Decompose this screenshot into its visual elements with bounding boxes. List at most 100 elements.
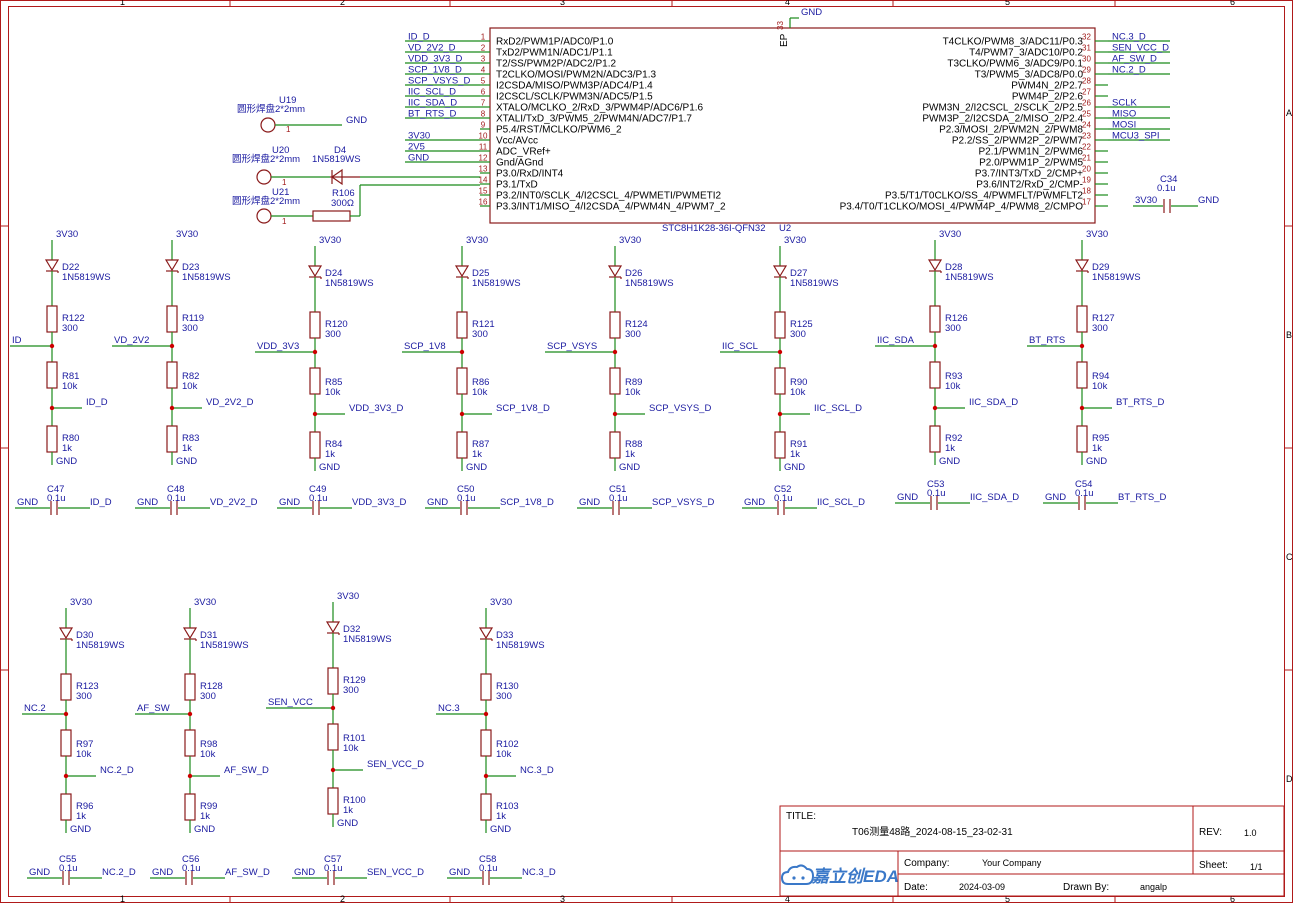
frame-col-top: 6 bbox=[1230, 0, 1235, 7]
cap-gnd-net: GND bbox=[17, 497, 38, 508]
channel-rtop-value: 300 bbox=[325, 329, 341, 340]
channel-rtop-value: 300 bbox=[343, 685, 359, 696]
cap-gnd-net: GND bbox=[449, 867, 470, 878]
channel-d22: 3V30D221N5819WSR122300IDR8110kID_DR801kG… bbox=[10, 229, 111, 467]
mcu-left-pin-name: XTALI/TxD_3/PWM5_2/PWM4N/ADC7/P1.7 bbox=[496, 114, 692, 125]
mcu-left-pin-name: TxD2/PWM1N/ADC1/P1.1 bbox=[496, 48, 613, 59]
channel-rbot-value: 1k bbox=[496, 811, 506, 822]
channel-input-net: ID bbox=[12, 335, 22, 346]
mcu-right-pin-num: 18 bbox=[1082, 187, 1091, 196]
mcu-right-pin-name: PWM3P_2/I2CSDA_2/MISO_2/P2.4 bbox=[922, 114, 1083, 125]
channel-rmid-value: 10k bbox=[343, 743, 359, 754]
channel-rtop-value: 300 bbox=[945, 323, 961, 334]
mcu-left-pin-num: 15 bbox=[479, 187, 488, 196]
mcu-left-net: SCP_1V8_D bbox=[408, 65, 462, 76]
mcu-right-net: MISO bbox=[1112, 109, 1136, 120]
cap-c48: GNDC480.1u VD_2V2_D bbox=[135, 484, 258, 515]
mcu-right-pin-num: 26 bbox=[1082, 99, 1091, 108]
mcu-right-pin-num: 31 bbox=[1082, 44, 1091, 53]
cap-net: SCP_1V8_D bbox=[500, 497, 554, 508]
frame-col-top: 2 bbox=[340, 0, 345, 7]
cap-value: 0.1u bbox=[167, 493, 186, 504]
channel-d28: 3V30D281N5819WSR126300IIC_SDAR9310kIIC_S… bbox=[875, 229, 1018, 467]
channel-rbot-value: 1k bbox=[945, 443, 955, 454]
channel-output-net: SCP_1V8_D bbox=[496, 403, 550, 414]
channel-gnd-net: GND bbox=[70, 824, 91, 835]
channel-input-net: IIC_SCL bbox=[722, 341, 758, 352]
mcu-right-net: MOSI bbox=[1112, 120, 1136, 131]
cap-net: ID_D bbox=[90, 497, 112, 508]
cap-value: 0.1u bbox=[1075, 488, 1094, 499]
channel-rmid-value: 10k bbox=[625, 387, 641, 398]
channel-gnd-net: GND bbox=[619, 462, 640, 473]
channel-rmid-value: 10k bbox=[182, 381, 198, 392]
channel-rtop-value: 300 bbox=[790, 329, 806, 340]
channel-output-net: SEN_VCC_D bbox=[367, 759, 424, 770]
mcu-left-net: SCP_VSYS_D bbox=[408, 76, 470, 87]
mcu-right-pin-name: P3.5/T1/T0CLKO/SS_4/PWMFLT/PWMFLT2 bbox=[885, 191, 1083, 202]
mcu-left-pin-name: P3.1/TxD bbox=[496, 180, 538, 191]
channel-rtop-value: 300 bbox=[76, 691, 92, 702]
channel-rbot-value: 1k bbox=[62, 443, 72, 454]
channel-supply: 3V30 bbox=[194, 597, 216, 608]
cap-value: 0.1u bbox=[609, 493, 628, 504]
channel-input-net: IIC_SDA bbox=[877, 335, 915, 346]
mcu-left-net: 2V5 bbox=[408, 142, 425, 153]
frame-row-right: C bbox=[1286, 552, 1293, 562]
channel-rtop-value: 300 bbox=[182, 323, 198, 334]
drawn-label: Drawn By: bbox=[1063, 882, 1109, 893]
mcu-ref: U2 bbox=[779, 223, 791, 234]
mcu-left-pin-name: I2CSCL/SCLK/PWM3N/ADC5/P1.5 bbox=[496, 92, 653, 103]
mcu-left-pin-num: 5 bbox=[481, 77, 486, 86]
channel-rbot-value: 1k bbox=[343, 805, 353, 816]
frame-col-top: 4 bbox=[785, 0, 790, 7]
cap-net: AF_SW_D bbox=[225, 867, 270, 878]
channel-supply: 3V30 bbox=[939, 229, 961, 240]
brand-text: 嘉立创EDA bbox=[811, 867, 899, 886]
mcu-right-pin-num: 29 bbox=[1082, 66, 1091, 75]
channel-input-net: NC.3 bbox=[438, 703, 460, 714]
mcu-right-pin-name: T4/PWM7_3/ADC10/P0.2 bbox=[969, 48, 1083, 59]
cap-c55: GNDC550.1u NC.2_D bbox=[27, 854, 136, 885]
cap-c58: GNDC580.1u NC.3_D bbox=[447, 854, 556, 885]
channel-output-net: VDD_3V3_D bbox=[349, 403, 404, 414]
frame-col-bottom: 1 bbox=[120, 894, 125, 903]
pad-u20-pin: 1 bbox=[282, 178, 287, 187]
date-value: 2024-03-09 bbox=[959, 882, 1005, 892]
date-label: Date: bbox=[904, 882, 928, 893]
channel-gnd-net: GND bbox=[784, 462, 805, 473]
channel-rbot-value: 1k bbox=[790, 449, 800, 460]
channel-supply: 3V30 bbox=[619, 235, 641, 246]
mcu-part: STC8H1K28-36I-QFN32 bbox=[662, 223, 765, 234]
cap-c52: GNDC520.1u IIC_SCL_D bbox=[742, 484, 865, 515]
mcu-left-pin-num: 2 bbox=[481, 44, 486, 53]
channel-output-net: NC.2_D bbox=[100, 765, 134, 776]
channel-supply: 3V30 bbox=[466, 235, 488, 246]
mcu-u2: 1 RxD2/PWM1P/ADC0/P1.0 ID_D 2 TxD2/PWM1N/ADC… bbox=[359, 7, 1170, 234]
cap-gnd-net: GND bbox=[1045, 492, 1066, 503]
channel-input-net: NC.2 bbox=[24, 703, 46, 714]
cap-c49: GNDC490.1u VDD_3V3_D bbox=[277, 484, 407, 515]
mcu-right-pin-name: T3CLKO/PWM6_3/ADC9/P0.1 bbox=[947, 59, 1083, 70]
frame-row-right: D bbox=[1286, 774, 1293, 784]
channel-input-net: VDD_3V3 bbox=[257, 341, 299, 352]
cap-value: 0.1u bbox=[457, 493, 476, 504]
channel-output-net: BT_RTS_D bbox=[1116, 397, 1165, 408]
cap-value: 0.1u bbox=[927, 488, 946, 499]
cap-c51: GNDC510.1u SCP_VSYS_D bbox=[577, 484, 714, 515]
channel-supply: 3V30 bbox=[319, 235, 341, 246]
cap-c56: GNDC560.1u AF_SW_D bbox=[150, 854, 270, 885]
r106-value: 300Ω bbox=[331, 198, 354, 209]
channel-d29: 3V30D291N5819WSR127300BT_RTSR9410kBT_RTS… bbox=[1027, 229, 1165, 467]
channel-diode-part: 1N5819WS bbox=[343, 634, 392, 645]
mcu-left-pin-num: 11 bbox=[479, 143, 488, 152]
channel-output-net: NC.3_D bbox=[520, 765, 554, 776]
channel-input-net: SEN_VCC bbox=[268, 697, 313, 708]
cap-net: IIC_SDA_D bbox=[970, 492, 1019, 503]
channel-rtop-value: 300 bbox=[472, 329, 488, 340]
mcu-right-net: AF_SW_D bbox=[1112, 54, 1157, 65]
pad-u21-part: 圆形焊盘2*2mm bbox=[232, 195, 300, 207]
channel-gnd-net: GND bbox=[56, 456, 77, 467]
channel-diode-part: 1N5819WS bbox=[472, 278, 521, 289]
channel-diode-part: 1N5819WS bbox=[790, 278, 839, 289]
